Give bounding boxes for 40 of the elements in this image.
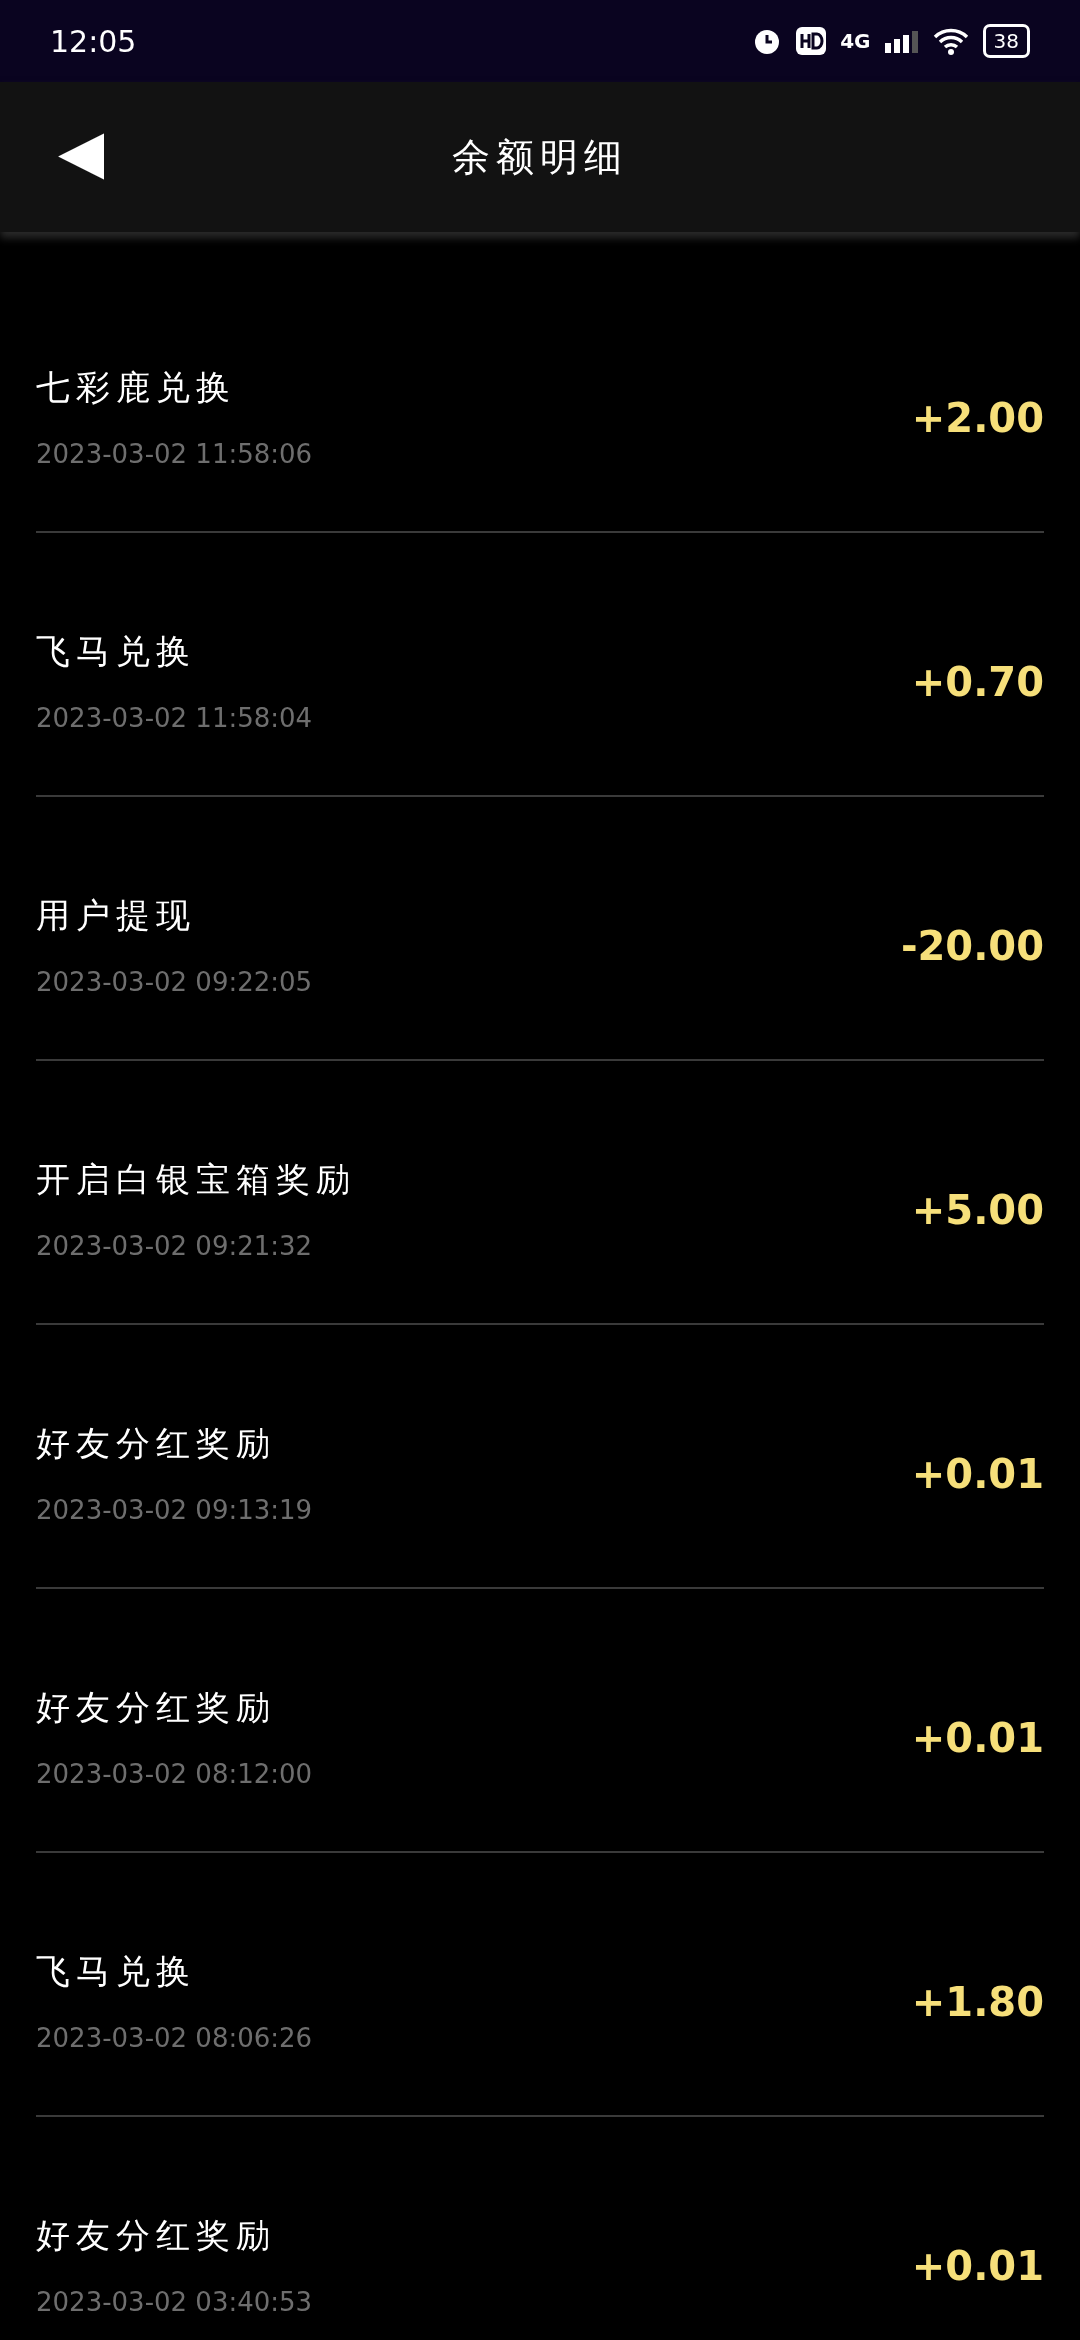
record-row[interactable]: 好友分红奖励 2023-03-02 03:40:53 +0.01 xyxy=(36,2117,1044,2340)
network-type: 4G xyxy=(840,29,871,53)
record-time: 2023-03-02 03:40:53 xyxy=(36,2287,313,2317)
record-row[interactable]: 开启白银宝箱奖励 2023-03-02 09:21:32 +5.00 xyxy=(36,1061,1044,1325)
hd-icon xyxy=(796,27,827,55)
record-title: 用户提现 xyxy=(36,894,197,937)
page-title: 余额明细 xyxy=(452,133,628,181)
record-title: 飞马兑换 xyxy=(36,630,197,673)
record-row[interactable]: 用户提现 2023-03-02 09:22:05 -20.00 xyxy=(36,797,1044,1061)
back-button[interactable]: ◀ xyxy=(58,122,104,182)
record-time: 2023-03-02 09:13:19 xyxy=(36,1495,313,1525)
record-title: 好友分红奖励 xyxy=(36,2214,277,2257)
record-time: 2023-03-02 08:06:26 xyxy=(36,2023,313,2053)
record-row[interactable]: 飞马兑换 2023-03-02 08:06:26 +1.80 xyxy=(36,1853,1044,2117)
record-time: 2023-03-02 08:12:00 xyxy=(36,1759,313,1789)
record-title: 好友分红奖励 xyxy=(36,1686,277,1729)
record-title: 飞马兑换 xyxy=(36,1950,197,1993)
record-amount: +5.00 xyxy=(911,1187,1044,1233)
record-row[interactable]: 七彩鹿兑换 2023-03-02 11:58:06 +2.00 xyxy=(36,269,1044,533)
record-time: 2023-03-02 09:22:05 xyxy=(36,967,313,997)
record-row[interactable]: 好友分红奖励 2023-03-02 08:12:00 +0.01 xyxy=(36,1589,1044,1853)
record-row[interactable]: 好友分红奖励 2023-03-02 09:13:19 +0.01 xyxy=(36,1325,1044,1589)
signal-icon xyxy=(884,29,919,53)
wifi-icon xyxy=(932,27,969,55)
record-time: 2023-03-02 09:21:32 xyxy=(36,1231,314,1261)
record-title: 好友分红奖励 xyxy=(36,1422,277,1465)
record-amount: +0.01 xyxy=(911,1451,1044,1497)
record-amount: +0.01 xyxy=(911,1715,1044,1761)
record-amount: +0.70 xyxy=(911,659,1044,705)
record-time: 2023-03-02 11:58:04 xyxy=(36,703,313,733)
record-row[interactable]: 飞马兑换 2023-03-02 11:58:04 +0.70 xyxy=(36,533,1044,797)
record-title: 七彩鹿兑换 xyxy=(36,366,237,409)
record-amount: +1.80 xyxy=(911,1979,1044,2025)
clock-time: 12:05 xyxy=(50,23,137,59)
record-amount: +0.01 xyxy=(911,2243,1044,2289)
record-title: 开启白银宝箱奖励 xyxy=(36,1158,356,1201)
record-time: 2023-03-02 11:58:06 xyxy=(36,439,313,469)
record-amount: +2.00 xyxy=(911,395,1044,441)
record-amount: -20.00 xyxy=(900,923,1044,969)
battery-level: 38 xyxy=(982,24,1030,58)
